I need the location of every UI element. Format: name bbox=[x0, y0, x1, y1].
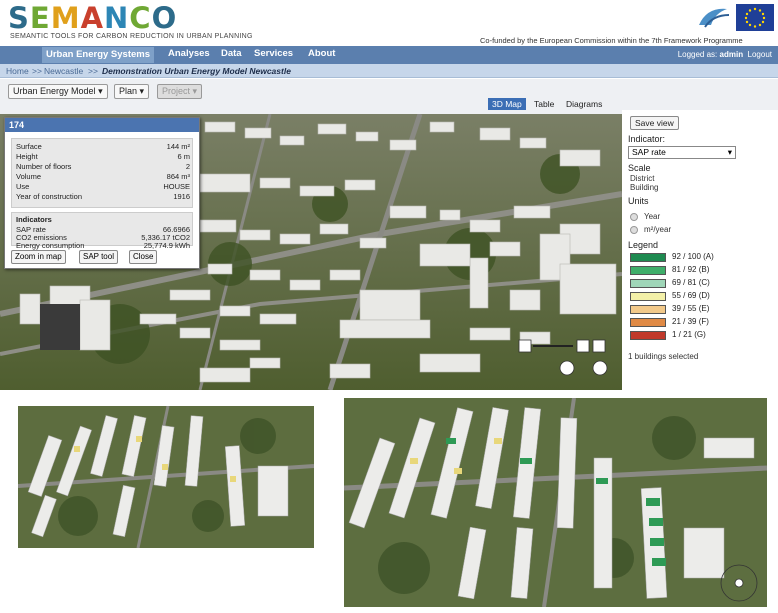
logged-prefix: Logged as: bbox=[677, 50, 718, 59]
nav-about[interactable]: About bbox=[308, 48, 335, 59]
nav-analyses[interactable]: Analyses bbox=[168, 48, 210, 59]
legend-swatch bbox=[630, 331, 666, 340]
breadcrumb-newcastle[interactable]: Newcastle bbox=[44, 66, 83, 76]
indicator-value: 25,774.9 kWh bbox=[143, 241, 190, 250]
legend-label: Legend bbox=[628, 240, 659, 250]
chevron-down-icon: ▾ bbox=[98, 86, 103, 96]
sap-tool-button[interactable]: SAP tool bbox=[79, 250, 118, 264]
username: admin bbox=[719, 50, 744, 59]
unit-radio-m2-year[interactable] bbox=[630, 226, 638, 234]
property-label: Use bbox=[16, 182, 30, 191]
toolbar: Urban Energy Model ▾ Plan ▾ Project ▾ 3D… bbox=[0, 79, 778, 114]
logout-link[interactable]: Logout bbox=[748, 50, 772, 59]
tab-3d-map[interactable]: 3D Map bbox=[488, 98, 526, 110]
property-value: 864 m³ bbox=[166, 172, 190, 181]
inset-aerial-view-right bbox=[340, 394, 771, 611]
legend-swatch bbox=[630, 305, 666, 314]
fp7-logo bbox=[699, 8, 730, 28]
indicators-heading: Indicators bbox=[16, 215, 52, 224]
property-row: Surface 144 m² bbox=[16, 142, 190, 151]
building-info-popup: 174 Surface 144 m² Height 6 m Number of fl… bbox=[4, 117, 200, 269]
chevron-down-icon: ▾ bbox=[727, 147, 732, 157]
scale-option-district[interactable]: District bbox=[630, 174, 654, 183]
property-row: Volume 864 m³ bbox=[16, 172, 190, 181]
indicator-label: Indicator: bbox=[628, 134, 666, 144]
indicator-row: Energy consumption 25,774.9 kWh bbox=[16, 241, 190, 250]
inset-aerial-image bbox=[18, 406, 314, 548]
project-dropdown-label: Project bbox=[162, 86, 191, 96]
property-value: 144 m² bbox=[166, 142, 190, 151]
indicator-label: Energy consumption bbox=[16, 241, 85, 250]
save-view-button[interactable]: Save view bbox=[630, 116, 679, 130]
properties-panel: Surface 144 m² Height 6 m Number of floors… bbox=[11, 138, 193, 208]
legend-text: 39 / 55 (E) bbox=[672, 304, 710, 313]
breadcrumb-separator: >> bbox=[32, 66, 42, 76]
scale-label: Scale bbox=[628, 163, 651, 173]
property-row: Height 6 m bbox=[16, 152, 190, 161]
property-row: Number of floors 2 bbox=[16, 162, 190, 171]
legend-swatch bbox=[630, 279, 666, 288]
model-dropdown-label: Urban Energy Model bbox=[13, 86, 96, 96]
project-dropdown[interactable]: Project ▾ bbox=[157, 84, 203, 99]
zoom-in-map-button[interactable]: Zoom in map bbox=[11, 250, 66, 264]
legend-swatch bbox=[630, 318, 666, 327]
popup-title: 174 bbox=[5, 118, 199, 132]
breadcrumb: Home >> Newcastle >> Demonstration Urban… bbox=[0, 64, 778, 78]
property-label: Volume bbox=[16, 172, 42, 181]
cofunded-text: Co-funded by the European Commission wit… bbox=[480, 36, 743, 45]
plan-dropdown-label: Plan bbox=[119, 86, 138, 96]
header: SEMANCO SEMANTIC TOOLS FOR CARBON REDUCT… bbox=[0, 0, 778, 45]
indicator-select-value: SAP rate bbox=[632, 147, 666, 157]
property-label: Surface bbox=[16, 142, 42, 151]
chevron-down-icon: ▾ bbox=[139, 86, 145, 96]
property-row: Use HOUSE bbox=[16, 182, 190, 191]
nav-services[interactable]: Services bbox=[254, 48, 293, 59]
chevron-down-icon: ▾ bbox=[192, 86, 198, 96]
selection-status: 1 buildings selected bbox=[628, 352, 699, 361]
property-row: Year of construction 1916 bbox=[16, 192, 190, 201]
unit-radio-year[interactable] bbox=[630, 213, 638, 221]
breadcrumb-home[interactable]: Home bbox=[6, 66, 29, 76]
eu-flag-icon bbox=[736, 4, 774, 31]
property-label: Height bbox=[16, 152, 38, 161]
legend-swatch bbox=[630, 253, 666, 262]
indicators-panel: Indicators SAP rate 66.6966 CO2 emissions… bbox=[11, 212, 193, 250]
model-dropdown[interactable]: Urban Energy Model ▾ bbox=[8, 84, 108, 99]
property-value: HOUSE bbox=[163, 182, 190, 191]
legend-text: 92 / 100 (A) bbox=[672, 252, 714, 261]
legend-text: 55 / 69 (D) bbox=[672, 291, 710, 300]
plan-dropdown[interactable]: Plan ▾ bbox=[114, 84, 150, 99]
legend-swatch bbox=[630, 266, 666, 275]
legend-swatch bbox=[630, 292, 666, 301]
main-nav: Urban Energy Systems Analyses Data Servi… bbox=[0, 46, 778, 64]
scale-option-building[interactable]: Building bbox=[630, 183, 658, 192]
units-label: Units bbox=[628, 196, 649, 206]
legend-text: 69 / 81 (C) bbox=[672, 278, 710, 287]
legend-text: 1 / 21 (G) bbox=[672, 330, 706, 339]
legend-text: 81 / 92 (B) bbox=[672, 265, 710, 274]
logged-in-info: Logged as: admin Logout bbox=[678, 50, 772, 59]
unit-option-m2-year: m²/year bbox=[644, 225, 672, 234]
unit-option-year: Year bbox=[644, 212, 661, 221]
nav-data[interactable]: Data bbox=[221, 48, 242, 59]
property-value: 6 m bbox=[177, 152, 190, 161]
inset-aerial-view-left bbox=[14, 402, 318, 552]
legend-text: 21 / 39 (F) bbox=[672, 317, 709, 326]
tagline: SEMANTIC TOOLS FOR CARBON REDUCTION IN U… bbox=[10, 33, 253, 40]
inset-aerial-image bbox=[344, 398, 767, 607]
semanco-logo: SEMANCO bbox=[8, 1, 178, 35]
tab-table[interactable]: Table bbox=[530, 98, 558, 110]
property-label: Number of floors bbox=[16, 162, 72, 171]
property-value: 1916 bbox=[173, 192, 190, 201]
close-button[interactable]: Close bbox=[129, 250, 158, 264]
breadcrumb-current: Demonstration Urban Energy Model Newcast… bbox=[102, 66, 291, 76]
property-value: 2 bbox=[185, 162, 190, 171]
indicator-select[interactable]: SAP rate ▾ bbox=[628, 146, 736, 159]
tab-diagrams[interactable]: Diagrams bbox=[562, 98, 606, 110]
breadcrumb-separator: >> bbox=[88, 66, 98, 76]
property-label: Year of construction bbox=[16, 192, 83, 201]
nav-urban-energy-systems[interactable]: Urban Energy Systems bbox=[42, 47, 155, 63]
indicator-sidebar: Save view Indicator: SAP rate ▾ Scale Dis… bbox=[622, 110, 778, 390]
